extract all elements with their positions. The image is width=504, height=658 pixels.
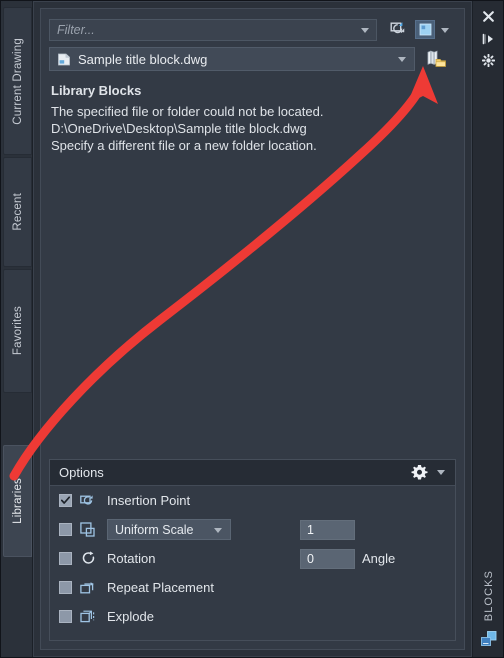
sidebar-tab-current-drawing[interactable]: Current Drawing [3, 7, 32, 155]
scale-checkbox[interactable] [59, 523, 72, 536]
scale-value: 1 [307, 522, 314, 537]
gear-icon[interactable] [410, 463, 429, 482]
repeat-placement-checkbox[interactable] [59, 581, 72, 594]
option-row-insertion-point: Insertion Point [50, 486, 455, 515]
message-line: Specify a different file or a new folder… [51, 138, 317, 153]
blocks-panel-inner: Filter... Sample title block.dwg Library… [40, 8, 465, 650]
blocks-panel: Filter... Sample title block.dwg Library… [33, 1, 472, 657]
sidebar-tab-label: Current Drawing [11, 37, 24, 125]
close-icon[interactable] [479, 7, 498, 26]
filter-placeholder: Filter... [57, 23, 95, 37]
sidebar-tab-favorites[interactable]: Favorites [3, 269, 32, 393]
chevron-down-icon[interactable] [398, 57, 406, 62]
sidebar-tab-label: Favorites [11, 306, 24, 356]
options-title: Options [59, 465, 104, 480]
scale-icon [79, 521, 99, 539]
explode-icon [79, 608, 99, 626]
right-tool-rail: BLOCKS [472, 1, 503, 657]
repeat-placement-icon [79, 579, 99, 597]
insertion-point-checkbox[interactable] [59, 494, 72, 507]
explode-checkbox[interactable] [59, 610, 72, 623]
library-file-select[interactable]: Sample title block.dwg [49, 47, 415, 71]
sidebar-tab-recent[interactable]: Recent [3, 157, 32, 267]
option-row-explode: Explode [50, 602, 455, 631]
message-heading: Library Blocks [51, 83, 142, 98]
palette-name-vertical: BLOCKS [482, 569, 495, 621]
angle-label: Angle [362, 551, 396, 566]
filter-toolbar: Filter... [49, 19, 456, 41]
options-chevron-down-icon[interactable] [437, 470, 445, 475]
rotation-angle-value: 0 [307, 551, 314, 566]
insertion-point-icon [79, 492, 99, 510]
scale-mode-value: Uniform Scale [115, 522, 194, 537]
rotation-angle-input[interactable]: 0 [300, 548, 355, 569]
option-row-rotation: Rotation 0 Angle [50, 544, 455, 573]
message-line-path: D:\OneDrive\Desktop\Sample title block.d… [51, 121, 307, 136]
panel-properties-icon[interactable] [479, 51, 498, 70]
library-file-toolbar: Sample title block.dwg [49, 47, 456, 71]
options-group: Options Insertion Point Uniform Scale 1 … [49, 459, 456, 641]
option-label: Rotation [107, 551, 156, 566]
library-message: Library Blocks The specified file or fol… [51, 83, 454, 154]
view-mode-button[interactable] [415, 20, 435, 39]
sidebar-tab-label: Recent [11, 193, 24, 231]
refresh-blocks-icon[interactable] [387, 18, 411, 42]
options-header: Options [50, 460, 455, 486]
auto-hide-icon[interactable] [479, 29, 498, 48]
scale-value-input[interactable]: 1 [300, 519, 355, 540]
search-input[interactable]: Filter... [49, 19, 377, 41]
blocks-palette-icon[interactable] [479, 629, 499, 649]
rotation-checkbox[interactable] [59, 552, 72, 565]
message-line: The specified file or folder could not b… [51, 104, 324, 119]
blocks-palette-window: Current Drawing Recent Favorites Librari… [0, 0, 504, 658]
option-row-repeat-placement: Repeat Placement [50, 573, 455, 602]
library-file-name: Sample title block.dwg [78, 51, 208, 67]
chevron-down-icon[interactable] [361, 28, 369, 33]
chevron-down-icon[interactable] [214, 528, 222, 533]
left-tab-rail: Current Drawing Recent Favorites Librari… [1, 1, 33, 657]
sidebar-tab-libraries[interactable]: Libraries [3, 445, 32, 557]
scale-mode-select[interactable]: Uniform Scale [107, 519, 231, 540]
option-label: Explode [107, 609, 154, 624]
browse-library-icon[interactable] [423, 47, 449, 71]
rotation-icon [79, 550, 99, 568]
dwg-file-icon [57, 52, 72, 67]
option-label: Repeat Placement [107, 580, 214, 595]
view-mode-chevron-down-icon[interactable] [441, 28, 449, 33]
sidebar-tab-label: Libraries [11, 478, 24, 524]
option-row-scale: Uniform Scale 1 [50, 515, 455, 544]
option-label: Insertion Point [107, 493, 191, 508]
